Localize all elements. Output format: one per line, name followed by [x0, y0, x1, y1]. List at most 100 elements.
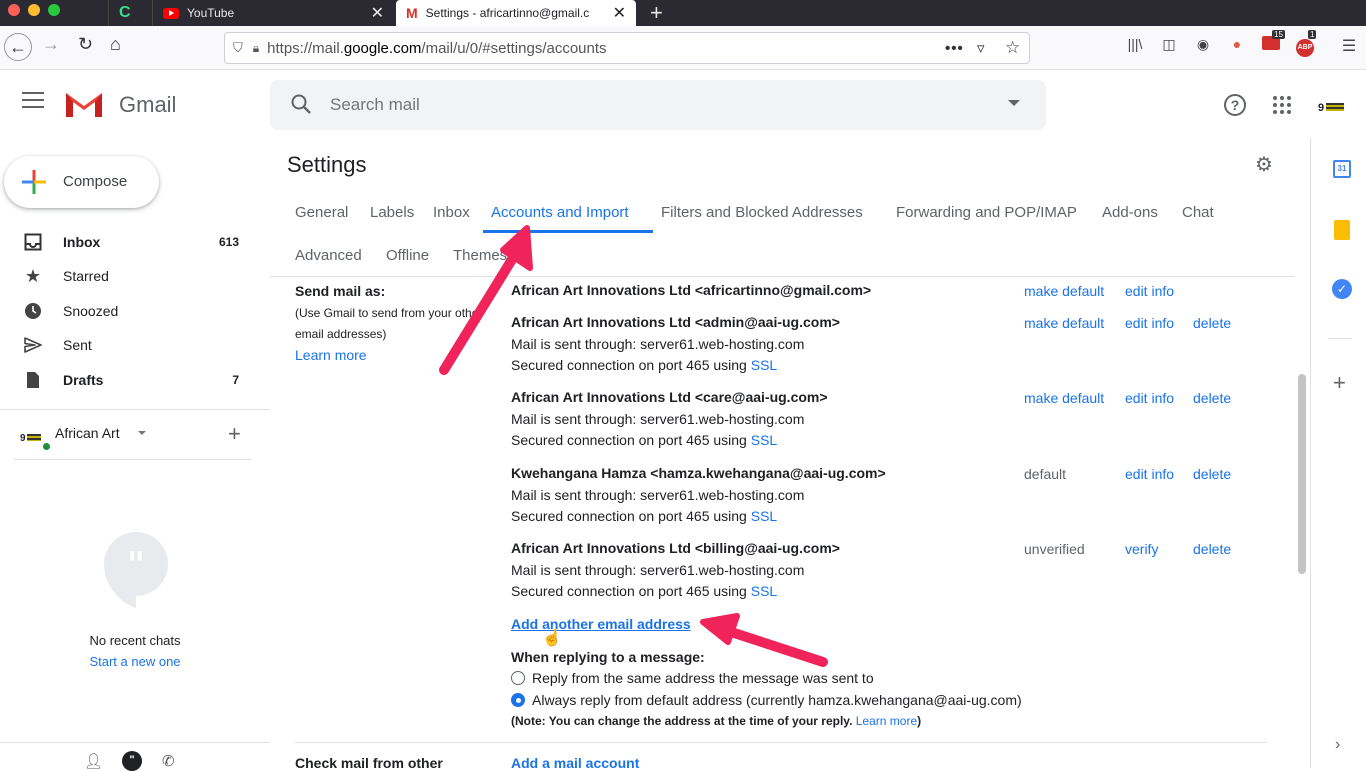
adblock-icon[interactable]: ABP 1	[1294, 30, 1317, 58]
tab-settings[interactable]: M Settings - africartinno@gmail.c ✕	[396, 0, 636, 26]
sidebar-item-label: Snoozed	[63, 303, 119, 319]
calendar-icon[interactable]: 31	[1333, 160, 1351, 178]
section-divider	[295, 742, 1267, 743]
tab-forwarding[interactable]: Forwarding and POP/IMAP	[896, 204, 1077, 221]
tab-c-app[interactable]: C	[108, 0, 152, 26]
draft-icon	[24, 371, 42, 389]
account-name: Kwehangana Hamza <hamza.kwehangana@aai-u…	[511, 465, 886, 481]
bookmark-star-icon[interactable]: ☆	[1005, 38, 1020, 58]
get-addons-plus-icon[interactable]: +	[1333, 370, 1346, 396]
keep-icon[interactable]	[1334, 220, 1350, 240]
ssl-link[interactable]: SSL	[751, 357, 777, 373]
delete-link[interactable]: delete	[1193, 541, 1231, 557]
add-mail-account-link[interactable]: Add a mail account	[511, 755, 639, 771]
reply-note-learn-more-link[interactable]: Learn more	[856, 714, 917, 728]
edit-info-link[interactable]: edit info	[1125, 390, 1174, 406]
more-dots-icon[interactable]: •••	[945, 40, 964, 57]
extension-globe-icon[interactable]: ●	[1226, 36, 1248, 58]
tab-filters[interactable]: Filters and Blocked Addresses	[661, 204, 863, 221]
radio-unchecked[interactable]	[511, 671, 525, 685]
radio-checked[interactable]	[511, 693, 525, 707]
lock-icon: 🔒︎	[252, 40, 260, 55]
make-default-link[interactable]: make default	[1024, 390, 1104, 406]
scrollbar-thumb[interactable]	[1298, 374, 1306, 574]
reload-icon[interactable]: ↻	[78, 34, 93, 55]
send-mail-as-learn-more-link[interactable]: Learn more	[295, 347, 367, 363]
gmail-logo-icon[interactable]	[64, 89, 104, 119]
start-new-chat-link[interactable]: Start a new one	[0, 654, 270, 669]
new-tab-button[interactable]: +	[640, 0, 673, 26]
tab-labels[interactable]: Labels	[370, 204, 414, 221]
sidebar-item-inbox[interactable]: Inbox 613	[0, 226, 250, 258]
sidebar-icon[interactable]: ◫	[1158, 36, 1180, 58]
account-icon[interactable]: ◉	[1192, 36, 1214, 58]
account-name: African Art Innovations Ltd <admin@aai-u…	[511, 314, 840, 330]
account-secure: Secured connection on port 465 using	[511, 508, 747, 524]
gmail-icon: M	[406, 5, 418, 21]
new-chat-plus-icon[interactable]: +	[228, 421, 241, 447]
contacts-person-icon[interactable]: 👤︎	[84, 752, 103, 770]
tab-general[interactable]: General	[295, 204, 348, 221]
search-input[interactable]	[330, 90, 930, 120]
forward-arrow-icon[interactable]: →	[42, 34, 60, 55]
tab-inbox[interactable]: Inbox	[433, 204, 470, 221]
extension-badge-count: 15	[1272, 30, 1285, 39]
hangouts-user[interactable]: 9 African Art +	[18, 421, 258, 452]
apps-grid-icon[interactable]	[1273, 96, 1291, 114]
edit-info-link[interactable]: edit info	[1125, 283, 1174, 299]
tab-advanced[interactable]: Advanced	[295, 247, 362, 264]
make-default-link[interactable]: make default	[1024, 315, 1104, 331]
close-tab-icon[interactable]: ✕	[613, 3, 626, 23]
search-options-caret-icon[interactable]	[1008, 100, 1020, 106]
sidebar-item-snoozed[interactable]: Snoozed	[0, 295, 250, 327]
ssl-link[interactable]: SSL	[751, 583, 777, 599]
maximize-window-button[interactable]	[48, 4, 60, 16]
help-icon[interactable]: ?	[1224, 94, 1246, 116]
shield-icon: ⛉	[233, 40, 243, 55]
search-box[interactable]	[270, 80, 1046, 130]
reply-option-same[interactable]: Reply from the same address the message …	[511, 670, 874, 686]
pocket-icon[interactable]: ▿	[977, 39, 985, 57]
compose-button[interactable]: Compose	[4, 156, 159, 208]
make-default-link[interactable]: make default	[1024, 283, 1104, 299]
add-another-email-link[interactable]: Add another email address	[511, 616, 691, 632]
delete-link[interactable]: delete	[1193, 315, 1231, 331]
tab-accounts-and-import[interactable]: Accounts and Import	[491, 204, 629, 221]
delete-link[interactable]: delete	[1193, 390, 1231, 406]
hangouts-tab-icon[interactable]: "	[122, 751, 142, 771]
sidebar-item-starred[interactable]: ★ Starred	[0, 260, 250, 292]
home-icon[interactable]: ⌂	[110, 34, 121, 55]
main-menu-icon[interactable]	[22, 92, 44, 108]
account-avatar[interactable]: 9	[1318, 98, 1350, 114]
annotation-arrow-2	[720, 625, 828, 667]
reply-option-default[interactable]: Always reply from default address (curre…	[511, 692, 1022, 708]
library-icon[interactable]: |||\	[1124, 36, 1146, 58]
back-arrow-icon[interactable]: ←	[4, 33, 32, 61]
close-window-button[interactable]	[8, 4, 20, 16]
settings-gear-icon[interactable]: ⚙	[1255, 152, 1273, 177]
tab-themes[interactable]: Themes	[453, 247, 507, 264]
tab-addons[interactable]: Add-ons	[1102, 204, 1158, 221]
close-tab-icon[interactable]: ✕	[371, 3, 384, 23]
phone-icon[interactable]: ✆	[162, 752, 175, 770]
tasks-icon[interactable]: ✓	[1332, 279, 1352, 299]
tab-chat[interactable]: Chat	[1182, 204, 1214, 221]
sidebar-item-drafts[interactable]: Drafts 7	[0, 364, 250, 396]
user-dropdown-caret-icon[interactable]	[138, 431, 146, 435]
tab-offline[interactable]: Offline	[386, 247, 429, 264]
verify-link[interactable]: verify	[1125, 541, 1158, 557]
search-icon[interactable]	[290, 93, 312, 120]
extension-red-icon[interactable]: 15	[1260, 30, 1285, 58]
menu-hamburger-icon[interactable]: ☰	[1338, 36, 1360, 58]
expand-panel-chevron-icon[interactable]: ›	[1335, 736, 1340, 754]
sidebar-item-sent[interactable]: Sent	[0, 329, 250, 361]
delete-link[interactable]: delete	[1193, 466, 1231, 482]
tab-youtube[interactable]: YouTube ✕	[152, 0, 394, 26]
edit-info-link[interactable]: edit info	[1125, 466, 1174, 482]
account-server: Mail is sent through: server61.web-hosti…	[511, 410, 805, 427]
edit-info-link[interactable]: edit info	[1125, 315, 1174, 331]
ssl-link[interactable]: SSL	[751, 432, 777, 448]
ssl-link[interactable]: SSL	[751, 508, 777, 524]
minimize-window-button[interactable]	[28, 4, 40, 16]
url-bar[interactable]: ⛉ 🔒︎ https://mail.google.com/mail/u/0/#s…	[224, 32, 1030, 64]
